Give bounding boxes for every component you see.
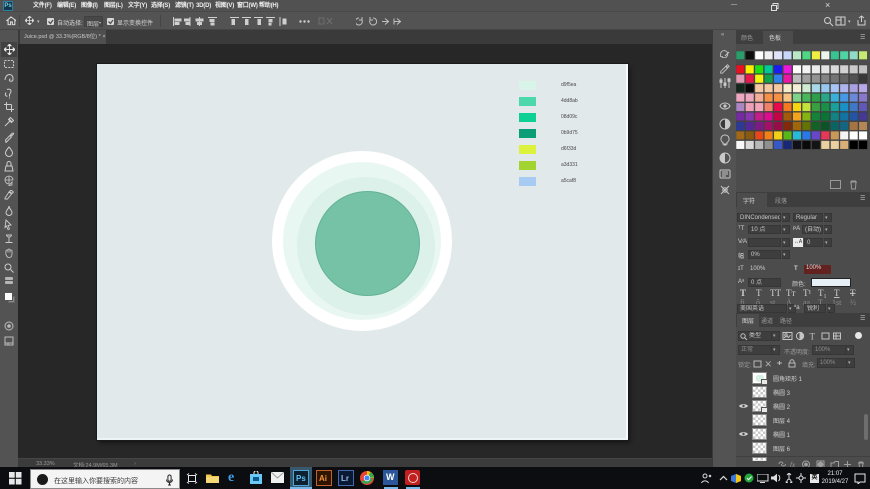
svg-text:½: ½ <box>850 298 856 307</box>
svg-text:TT: TT <box>770 288 781 298</box>
svg-text:T: T <box>756 288 762 298</box>
svg-text:T₁: T₁ <box>818 288 827 298</box>
svg-text:T: T <box>810 332 816 342</box>
svg-text:T: T <box>740 288 746 298</box>
svg-text:Tт: Tт <box>786 288 795 298</box>
svg-text:T¹: T¹ <box>803 288 811 298</box>
svg-text:T: T <box>834 288 840 298</box>
svg-text:T: T <box>850 288 856 298</box>
